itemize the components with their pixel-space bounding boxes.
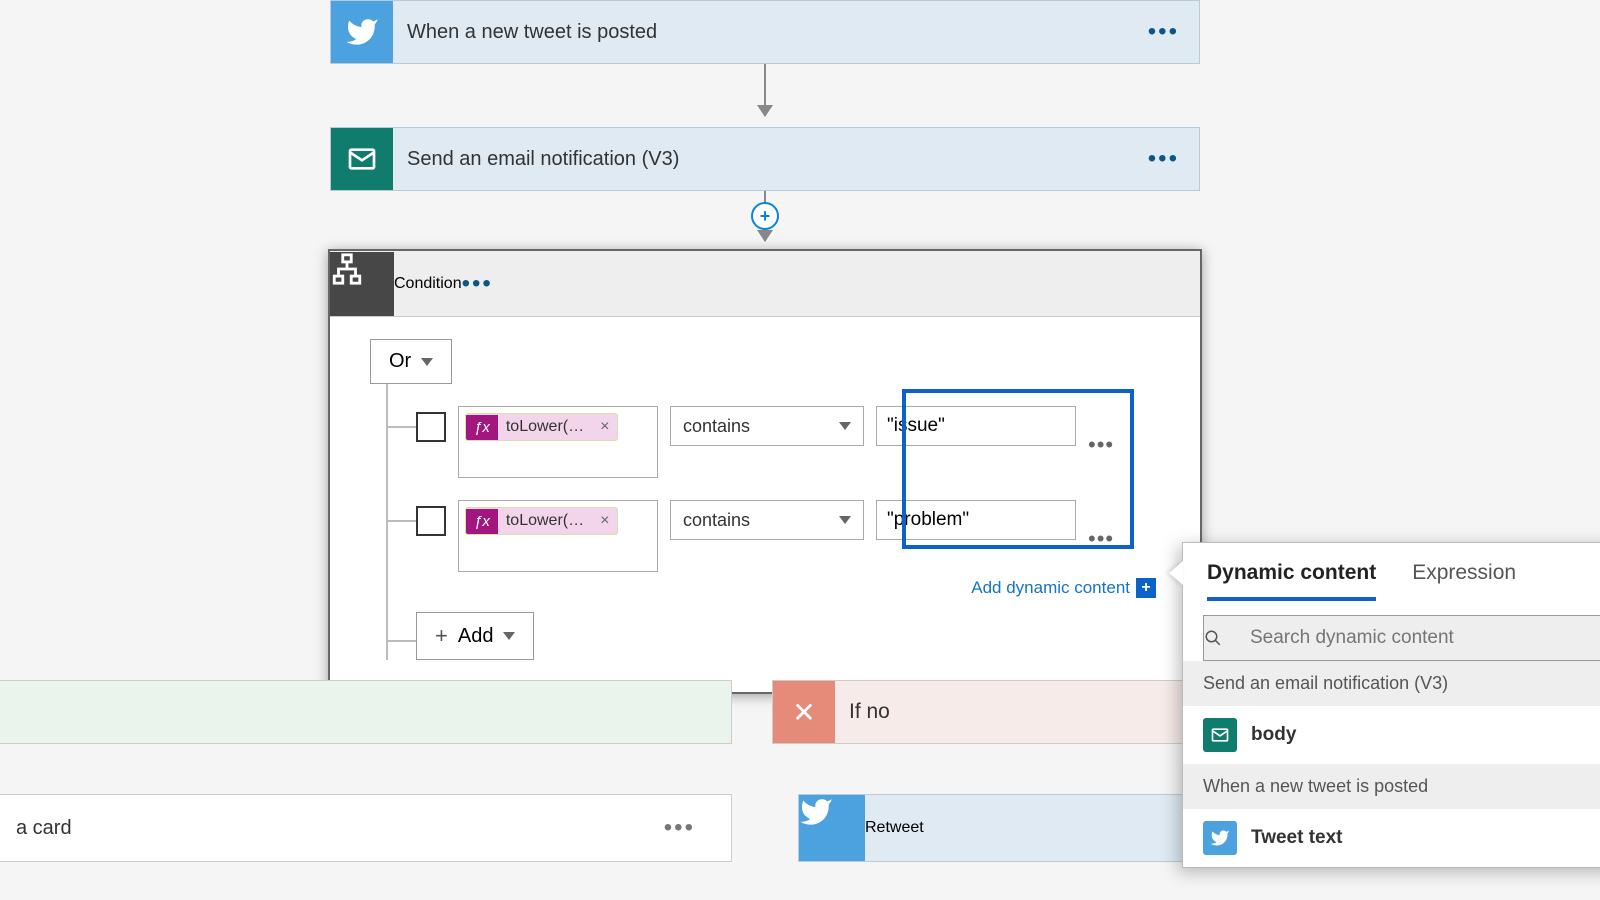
add-row: + Add <box>416 598 1160 660</box>
chevron-down-icon <box>421 358 433 366</box>
value-left-box[interactable]: ƒx toLower(… × <box>458 500 658 572</box>
add-dynamic-content-link[interactable]: Add dynamic content + <box>971 578 1156 598</box>
condition-title: Condition <box>394 275 462 293</box>
email-action-label: Send an email notification (V3) <box>393 148 1148 171</box>
chevron-down-icon <box>839 422 851 430</box>
condition-menu[interactable]: ••• <box>462 270 493 298</box>
if-no-label: If no <box>835 700 890 724</box>
plus-icon: + <box>1136 578 1156 598</box>
email-icon <box>331 128 393 190</box>
row-checkbox[interactable] <box>416 412 446 442</box>
group-operator-dropdown[interactable]: Or <box>370 339 452 384</box>
condition-body: Or ƒx toLower(… × contains <box>330 317 1200 692</box>
fx-badge: ƒx <box>466 415 498 440</box>
dynamic-item-label: body <box>1251 724 1296 746</box>
plus-icon: + <box>435 623 448 649</box>
condition-row: ƒx toLower(… × contains ••• <box>416 478 1160 572</box>
tab-dynamic-content[interactable]: Dynamic content <box>1207 561 1376 601</box>
value-right-input[interactable] <box>876 406 1076 446</box>
if-yes-action-menu[interactable]: ••• <box>664 814 695 842</box>
row-menu[interactable]: ••• <box>1088 432 1114 458</box>
retweet-label: Retweet <box>865 819 924 837</box>
dynamic-item-body[interactable]: body <box>1183 706 1600 764</box>
row-menu[interactable]: ••• <box>1088 526 1114 552</box>
insert-step-button[interactable]: + <box>751 202 779 230</box>
search-icon <box>1204 629 1250 647</box>
token-remove[interactable]: × <box>592 510 617 532</box>
condition-card: Condition ••• Or ƒx toLower(… × <box>328 249 1202 694</box>
if-yes-branch[interactable] <box>0 680 732 744</box>
tab-expression[interactable]: Expression <box>1412 561 1516 601</box>
dynamic-search-input[interactable] <box>1250 627 1600 649</box>
value-right-input[interactable] <box>876 500 1076 540</box>
expression-token[interactable]: ƒx toLower(… × <box>465 507 618 535</box>
twitter-icon <box>1203 821 1237 855</box>
trigger-menu[interactable]: ••• <box>1148 18 1179 46</box>
arrow-connector <box>764 64 766 116</box>
add-button[interactable]: + Add <box>416 612 534 660</box>
condition-icon <box>330 252 394 316</box>
fx-label: toLower(… <box>498 414 592 440</box>
fx-badge: ƒx <box>466 509 498 534</box>
dynamic-item-tweet-text[interactable]: Tweet text <box>1183 809 1600 867</box>
chevron-down-icon <box>839 516 851 524</box>
if-yes-action[interactable]: a card ••• <box>0 794 732 862</box>
condition-row: ƒx toLower(… × contains ••• <box>416 384 1160 478</box>
email-icon <box>1203 718 1237 752</box>
if-yes-action-label: a card <box>16 817 664 840</box>
expression-token[interactable]: ƒx toLower(… × <box>465 413 618 441</box>
trigger-card[interactable]: When a new tweet is posted ••• <box>330 0 1200 64</box>
close-icon: ✕ <box>773 681 835 743</box>
operator-dropdown[interactable]: contains <box>670 500 864 540</box>
flow-canvas[interactable]: When a new tweet is posted ••• Send an e… <box>0 0 1600 900</box>
dynamic-tabs: Dynamic content Expression <box>1183 543 1600 601</box>
trigger-label: When a new tweet is posted <box>393 21 1148 44</box>
condition-header[interactable]: Condition ••• <box>330 251 1200 317</box>
fx-label: toLower(… <box>498 508 592 534</box>
operator-label: contains <box>683 510 750 531</box>
group-operator-label: Or <box>389 350 411 373</box>
twitter-icon <box>331 1 393 63</box>
operator-label: contains <box>683 416 750 437</box>
operator-dropdown[interactable]: contains <box>670 406 864 446</box>
row-checkbox[interactable] <box>416 506 446 536</box>
twitter-icon <box>799 795 865 861</box>
add-dynamic-content-label: Add dynamic content <box>971 578 1130 598</box>
add-button-label: Add <box>458 625 494 648</box>
chevron-down-icon <box>503 632 515 640</box>
value-left-box[interactable]: ƒx toLower(… × <box>458 406 658 478</box>
dynamic-group-header: Send an email notification (V3) <box>1183 661 1600 706</box>
email-action-menu[interactable]: ••• <box>1148 145 1179 173</box>
dynamic-item-label: Tweet text <box>1251 827 1343 849</box>
dynamic-search[interactable] <box>1203 615 1600 661</box>
dynamic-content-panel: Dynamic content Expression Send an email… <box>1182 542 1600 868</box>
email-action-card[interactable]: Send an email notification (V3) ••• <box>330 127 1200 191</box>
dynamic-group-header: When a new tweet is posted <box>1183 764 1600 809</box>
token-remove[interactable]: × <box>592 416 617 438</box>
